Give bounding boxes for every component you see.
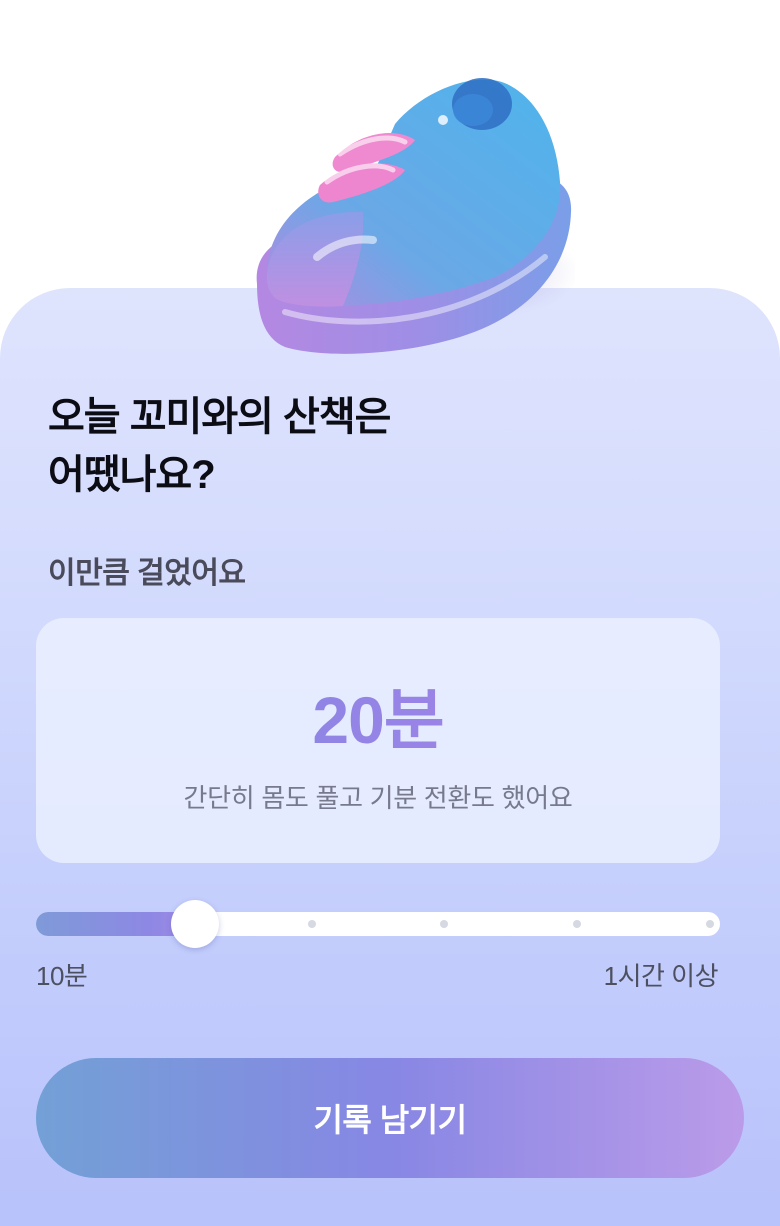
walk-amount-label: 이만큼 걸었어요: [48, 557, 246, 590]
title-line-2: 어땠나요?: [48, 453, 216, 497]
duration-description: 간단히 몸도 풀고 기분 전환도 했어요: [183, 783, 573, 813]
save-record-button[interactable]: 기록 남기기: [36, 1058, 744, 1178]
duration-card: 20분 간단히 몸도 풀고 기분 전환도 했어요: [36, 618, 720, 863]
slider-tick: [440, 920, 449, 928]
slider-tick: [706, 920, 714, 928]
slider-tick: [307, 920, 316, 928]
walk-question-title: 오늘 꼬미와의 산책은 어땠나요?: [48, 388, 391, 504]
shoe-icon: [256, 78, 575, 354]
duration-slider[interactable]: [36, 900, 720, 948]
slider-tick: [573, 920, 582, 928]
slider-min-label: 10분: [36, 961, 88, 991]
title-line-1: 오늘 꼬미와의 산책은: [48, 395, 391, 439]
duration-value: 20분: [36, 680, 720, 760]
slider-max-label: 1시간 이상: [603, 961, 719, 991]
